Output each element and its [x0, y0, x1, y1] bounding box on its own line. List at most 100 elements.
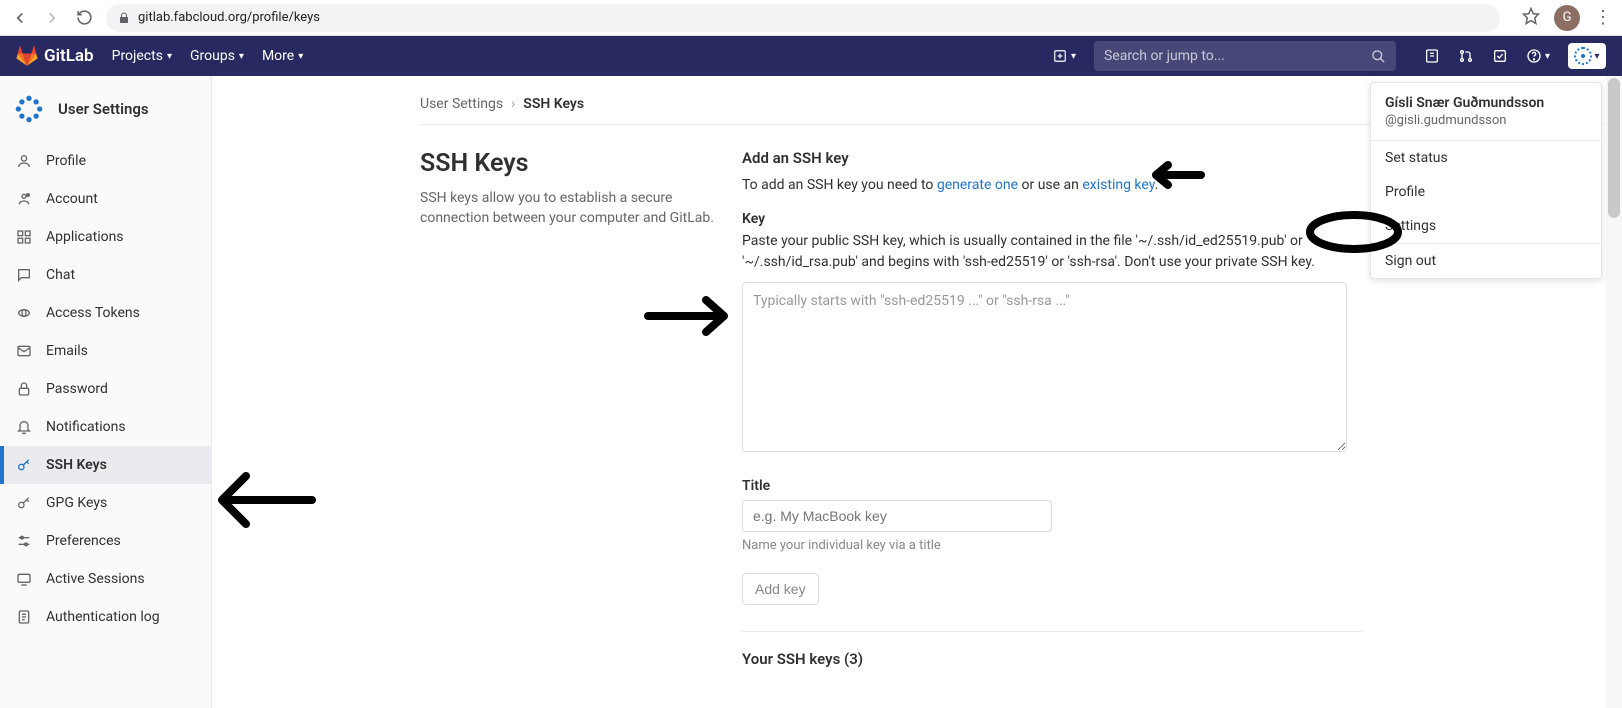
merge-requests-icon[interactable]: [1458, 48, 1474, 64]
menu-set-status[interactable]: Set status: [1371, 141, 1601, 175]
chevron-down-icon: ▾: [1545, 51, 1550, 62]
sidebar-item-label: GPG Keys: [46, 495, 107, 511]
prefs-icon: [16, 533, 32, 549]
breadcrumb-current: SSH Keys: [523, 96, 584, 112]
sidebar-header[interactable]: User Settings: [0, 76, 211, 142]
generate-one-link[interactable]: generate one: [937, 177, 1018, 193]
user-icon: [16, 153, 32, 169]
sidebar: User Settings Profile Account Applications…: [0, 76, 212, 708]
account-icon: [16, 191, 32, 207]
browser-menu-icon[interactable]: ⋮: [1594, 7, 1612, 28]
lock-icon: [118, 12, 130, 24]
search-icon: [1371, 49, 1386, 64]
chevron-down-icon: ▾: [1071, 51, 1076, 62]
sidebar-item-password[interactable]: Password: [0, 370, 211, 408]
chevron-down-icon: ▾: [239, 51, 244, 62]
chevron-right-icon: ›: [511, 96, 515, 112]
forward-button[interactable]: [42, 8, 62, 28]
sidebar-item-emails[interactable]: Emails: [0, 332, 211, 370]
help-icon[interactable]: ▾: [1526, 48, 1550, 64]
chevron-down-icon: ▾: [1594, 51, 1599, 62]
sidebar-item-label: Password: [46, 381, 108, 397]
sidebar-item-account[interactable]: Account: [0, 180, 211, 218]
brand-name: GitLab: [44, 46, 94, 66]
sidebar-item-label: Authentication log: [46, 609, 160, 625]
section-title: SSH Keys: [420, 149, 720, 178]
issues-icon[interactable]: [1424, 48, 1440, 64]
key-textarea[interactable]: [742, 282, 1347, 452]
log-icon: [16, 609, 32, 625]
sidebar-item-label: Access Tokens: [46, 305, 140, 321]
scrollbar[interactable]: [1606, 76, 1622, 708]
chat-icon: [16, 267, 32, 283]
address-bar[interactable]: gitlab.fabcloud.org/profile/keys: [106, 4, 1500, 32]
settings-gear-icon: [12, 92, 46, 126]
key-help: Paste your public SSH key, which is usua…: [742, 231, 1362, 272]
browser-bar: gitlab.fabcloud.org/profile/keys G ⋮: [0, 0, 1622, 36]
sidebar-item-label: Emails: [46, 343, 88, 359]
sidebar-item-label: Profile: [46, 153, 86, 169]
key-icon: [16, 495, 32, 511]
new-dropdown[interactable]: ▾: [1053, 49, 1076, 63]
plus-icon: [1053, 49, 1067, 63]
annotation-arrow: [210, 460, 320, 544]
apps-icon: [16, 229, 32, 245]
bell-icon: [16, 419, 32, 435]
sidebar-item-label: Account: [46, 191, 98, 207]
session-icon: [16, 571, 32, 587]
sidebar-title: User Settings: [58, 100, 149, 118]
user-name: Gísli Snær Guðmundsson: [1385, 95, 1587, 111]
gitlab-logo[interactable]: GitLab: [16, 45, 94, 67]
sidebar-item-chat[interactable]: Chat: [0, 256, 211, 294]
sidebar-item-notifications[interactable]: Notifications: [0, 408, 211, 446]
sidebar-item-label: Chat: [46, 267, 75, 283]
chevron-down-icon: ▾: [298, 51, 303, 62]
title-input[interactable]: [742, 500, 1052, 532]
add-key-text: To add an SSH key you need to generate o…: [742, 175, 1362, 195]
sidebar-item-label: SSH Keys: [46, 457, 107, 473]
key-icon: [16, 457, 32, 473]
user-handle: @gisli.gudmundsson: [1385, 113, 1587, 128]
existing-key-link[interactable]: existing key: [1082, 177, 1154, 193]
title-label: Title: [742, 478, 1362, 494]
search-placeholder: Search or jump to...: [1104, 48, 1225, 64]
token-icon: [16, 305, 32, 321]
sidebar-item-applications[interactable]: Applications: [0, 218, 211, 256]
sidebar-item-label: Preferences: [46, 533, 121, 549]
your-keys-heading: Your SSH keys (3): [742, 650, 1362, 668]
title-hint: Name your individual key via a title: [742, 538, 1362, 553]
menu-profile[interactable]: Profile: [1371, 175, 1601, 209]
sidebar-item-profile[interactable]: Profile: [0, 142, 211, 180]
nav-groups[interactable]: Groups▾: [190, 48, 244, 64]
add-key-heading: Add an SSH key: [742, 149, 1362, 167]
section-subtitle: SSH keys allow you to establish a secure…: [420, 188, 720, 229]
browser-profile-avatar[interactable]: G: [1554, 5, 1580, 31]
add-key-button[interactable]: Add key: [742, 573, 819, 605]
chevron-down-icon: ▾: [167, 51, 172, 62]
sidebar-item-authentication-log[interactable]: Authentication log: [0, 598, 211, 636]
bookmark-star-icon[interactable]: [1522, 7, 1540, 29]
todos-icon[interactable]: [1492, 48, 1508, 64]
back-button[interactable]: [10, 8, 30, 28]
nav-more[interactable]: More▾: [262, 48, 303, 64]
gitlab-topnav: GitLab Projects▾ Groups▾ More▾ ▾ Search …: [0, 36, 1622, 76]
key-label: Key: [742, 211, 1362, 227]
sidebar-item-gpg-keys[interactable]: GPG Keys: [0, 484, 211, 522]
mail-icon: [16, 343, 32, 359]
breadcrumb-parent[interactable]: User Settings: [420, 96, 503, 112]
nav-projects[interactable]: Projects▾: [112, 48, 172, 64]
search-input[interactable]: Search or jump to...: [1094, 41, 1396, 71]
sidebar-item-active-sessions[interactable]: Active Sessions: [0, 560, 211, 598]
reload-button[interactable]: [74, 8, 94, 28]
sidebar-item-ssh-keys[interactable]: SSH Keys: [0, 446, 211, 484]
user-menu-toggle[interactable]: ▾: [1568, 43, 1606, 69]
tanuki-icon: [16, 45, 38, 67]
sidebar-item-access-tokens[interactable]: Access Tokens: [0, 294, 211, 332]
annotation-arrow: [642, 286, 737, 350]
scrollbar-thumb[interactable]: [1608, 78, 1620, 218]
annotation-arrow: [1146, 155, 1206, 199]
url-text: gitlab.fabcloud.org/profile/keys: [138, 10, 320, 25]
sidebar-item-preferences[interactable]: Preferences: [0, 522, 211, 560]
sidebar-item-label: Applications: [46, 229, 124, 245]
sidebar-item-label: Active Sessions: [46, 571, 145, 587]
